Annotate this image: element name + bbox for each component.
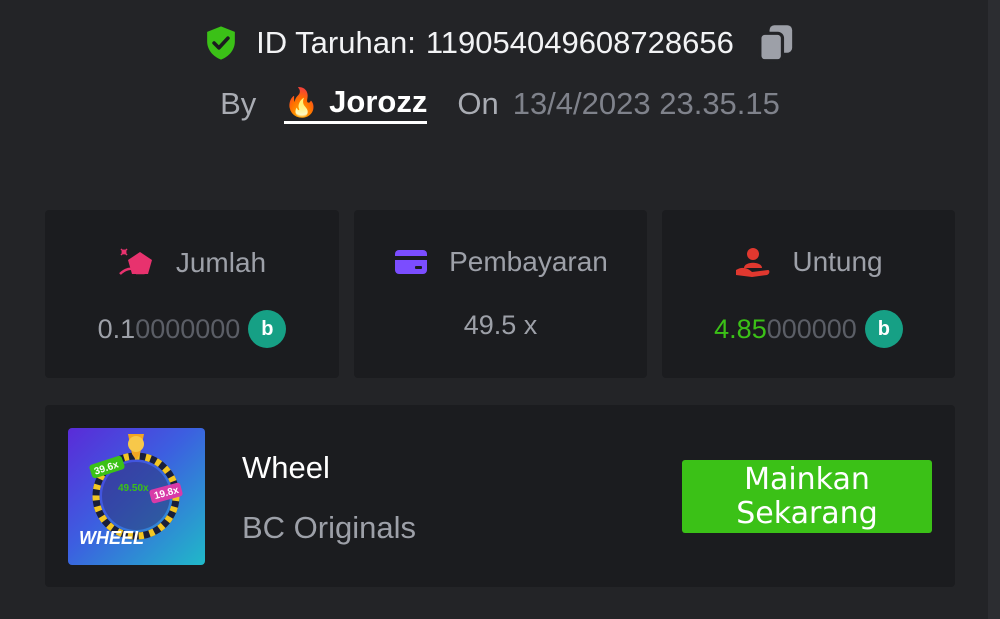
- hand-user-icon: [736, 248, 770, 277]
- game-provider: BC Originals: [242, 510, 416, 545]
- bet-id-row: ID Taruhan: 119054049608728656: [0, 22, 1000, 64]
- profit-card: Untung 4.85 000000 b: [662, 210, 955, 378]
- username-link[interactable]: 🔥 Jorozz: [284, 84, 428, 124]
- play-label-line1: Mainkan: [744, 461, 870, 497]
- profit-value-main: 4.85: [714, 313, 767, 344]
- thumb-label: WHEEL: [79, 528, 144, 548]
- card-icon: [395, 250, 428, 274]
- amount-value-main: 0.1: [97, 313, 136, 344]
- copy-icon[interactable]: [756, 22, 796, 64]
- thumb-badge-2: 49.50x: [118, 483, 149, 494]
- profit-label: Untung: [792, 246, 883, 277]
- profit-value-dim: 000000: [766, 313, 857, 344]
- username: Jorozz: [329, 84, 428, 119]
- bet-id-value: 119054049608728656: [425, 25, 734, 60]
- play-now-button[interactable]: Mainkan Sekarang: [682, 460, 932, 533]
- hand-bag-icon: [118, 248, 152, 275]
- shield-check-icon: [207, 26, 235, 60]
- amount-value-dim: 0000000: [135, 313, 241, 344]
- payout-value: 49.5 x: [463, 310, 538, 340]
- game-card: 39.6x 49.50x 19.8x WHEEL Wheel BC Origin…: [45, 405, 955, 587]
- fire-icon: 🔥: [284, 86, 320, 118]
- bet-date: 13/4/2023 23.35.15: [512, 86, 780, 121]
- amount-label: Jumlah: [175, 247, 267, 278]
- wheel-game-thumbnail[interactable]: 39.6x 49.50x 19.8x WHEEL: [68, 428, 205, 565]
- payout-label: Pembayaran: [449, 246, 608, 277]
- game-title[interactable]: Wheel: [242, 450, 330, 486]
- bc-coin-icon: b: [864, 310, 903, 348]
- author-row: By 🔥 Jorozz On 13/4/2023 23.35.15: [0, 84, 1000, 124]
- amount-card: Jumlah 0.1 0000000 b: [45, 210, 339, 378]
- bet-id-label: ID Taruhan:: [256, 25, 416, 60]
- play-label-line2: Sekarang: [736, 495, 878, 531]
- bc-coin-icon: b: [248, 310, 287, 348]
- by-label: By: [220, 86, 257, 121]
- payout-card: Pembayaran 49.5 x: [354, 210, 647, 378]
- on-label: On: [457, 86, 499, 121]
